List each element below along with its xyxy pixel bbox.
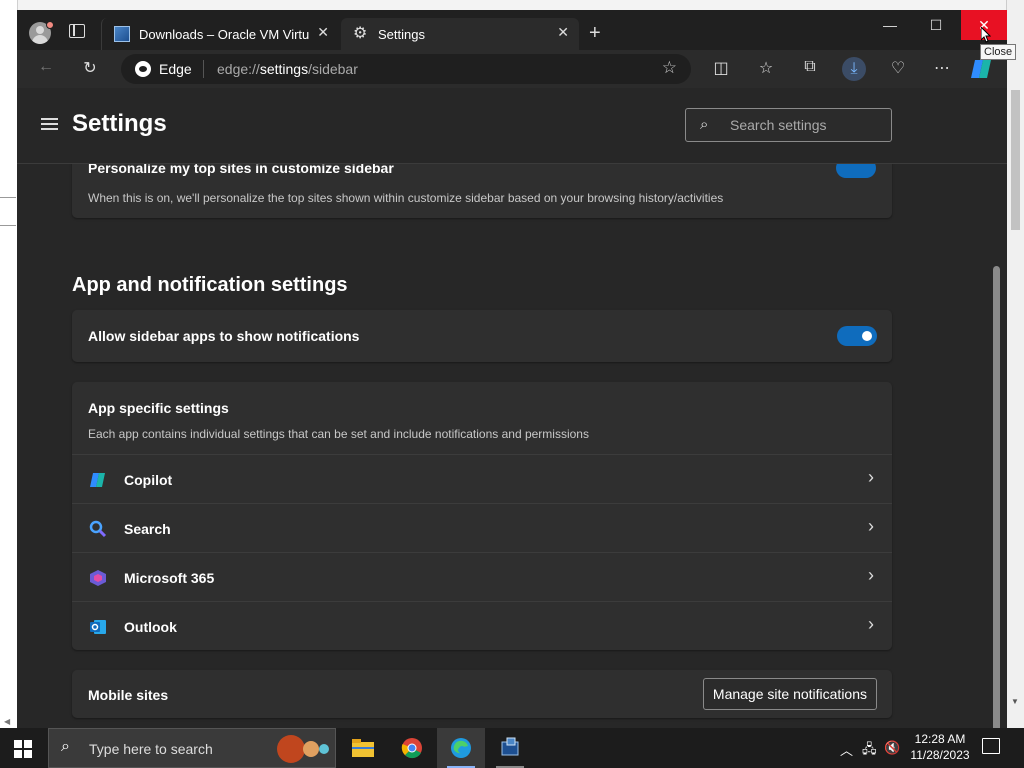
app-label: Outlook <box>124 619 177 635</box>
settings-page: Settings ⌕ Personalize my top sites in c… <box>17 88 1007 728</box>
background-window-scrollbar[interactable]: ▼ <box>1006 0 1024 728</box>
tab-virtualbox-downloads[interactable]: Downloads – Oracle VM VirtualBox ✕ <box>101 18 339 50</box>
edge-window: Downloads – Oracle VM VirtualBox ✕ ⚙ Set… <box>17 10 1007 728</box>
search-highlight-illustration-icon <box>277 735 329 763</box>
setting-label: Mobile sites <box>88 687 169 703</box>
tab-close-icon[interactable]: ✕ <box>317 24 329 41</box>
clock-time: 12:28 AM <box>914 732 966 746</box>
url-text[interactable]: edge://settings/sidebar <box>217 61 358 77</box>
manage-site-notifications-button[interactable]: Manage site notifications <box>702 678 877 710</box>
notifications-toggle[interactable] <box>837 326 877 346</box>
collections-icon[interactable]: ⧉ <box>799 58 821 76</box>
browser-toolbar: ← ↻ Edge edge://settings/sidebar ☆ ◫ ☆ ⧉… <box>17 50 1007 88</box>
chevron-right-icon: › <box>868 565 874 585</box>
settings-search[interactable]: ⌕ <box>685 108 892 142</box>
tab-label: Settings <box>378 27 425 42</box>
scroll-left-arrow-icon[interactable]: ◀ <box>4 717 10 726</box>
profile-notification-dot <box>46 21 54 29</box>
search-icon: ⌕ <box>700 116 709 133</box>
back-arrow-icon[interactable]: ← <box>35 58 57 76</box>
app-row-copilot[interactable]: Copilot › <box>72 454 892 503</box>
app-row-search[interactable]: Search › <box>72 503 892 552</box>
tab-close-icon[interactable]: ✕ <box>557 24 569 41</box>
app-row-microsoft-365[interactable]: Microsoft 365 › <box>72 552 892 601</box>
virtualbox-taskbar-button[interactable] <box>486 728 534 768</box>
new-tab-button[interactable]: + <box>589 22 601 45</box>
setting-description: When this is on, we'll personalize the t… <box>88 191 724 205</box>
system-clock[interactable]: 12:28 AM 11/28/2023 <box>908 731 972 763</box>
downloads-icon[interactable]: ⤓ <box>842 57 866 81</box>
app-row-outlook[interactable]: Outlook › <box>72 601 892 650</box>
setting-label: Allow sidebar apps to show notifications <box>88 328 360 344</box>
chevron-right-icon: › <box>868 516 874 536</box>
section-title: App and notification settings <box>72 274 348 296</box>
outlook-icon <box>90 620 106 634</box>
menu-icon[interactable] <box>41 118 58 130</box>
action-center-icon[interactable] <box>982 738 1000 754</box>
tab-settings[interactable]: ⚙ Settings ✕ <box>341 18 579 50</box>
page-title: Settings <box>72 110 167 137</box>
chevron-right-icon: › <box>868 614 874 634</box>
windows-start-icon[interactable] <box>14 740 32 758</box>
page-scrollbar-thumb[interactable] <box>993 266 1000 728</box>
split-screen-icon[interactable]: ◫ <box>710 58 732 78</box>
mobile-sites-card: Mobile sites Manage site notifications <box>72 670 892 718</box>
chrome-taskbar-button[interactable] <box>388 728 436 768</box>
more-options-icon[interactable]: ⋯ <box>931 58 953 78</box>
edge-logo-icon <box>135 61 151 77</box>
show-hidden-icons-icon[interactable]: ︿ <box>840 740 853 759</box>
app-label: Copilot <box>124 472 173 488</box>
microsoft-365-icon <box>90 570 106 586</box>
network-icon[interactable]: 🖧 <box>862 740 877 762</box>
chrome-icon <box>401 738 422 759</box>
search-icon: ⌕ <box>61 738 70 755</box>
volume-muted-icon[interactable]: 🔇 <box>884 740 900 756</box>
browser-essentials-icon[interactable]: ♡ <box>887 58 909 78</box>
chevron-right-icon: › <box>868 467 874 487</box>
file-explorer-taskbar-button[interactable] <box>339 728 387 768</box>
page-scrollbar[interactable] <box>992 256 1001 728</box>
favorites-icon[interactable]: ☆ <box>755 58 777 78</box>
settings-header: Settings ⌕ <box>17 88 1007 164</box>
app-label: Microsoft 365 <box>124 570 215 586</box>
minimize-button[interactable]: — <box>867 10 913 40</box>
edge-icon <box>451 738 471 758</box>
site-identity-label: Edge <box>159 61 192 77</box>
scroll-down-arrow-icon[interactable]: ▼ <box>1011 697 1019 706</box>
title-bar: Downloads – Oracle VM VirtualBox ✕ ⚙ Set… <box>17 10 1007 50</box>
search-icon <box>89 520 107 538</box>
background-window-left-edge: ◀ <box>0 0 18 728</box>
edge-taskbar-button[interactable] <box>437 728 485 768</box>
background-scrollbar-thumb[interactable] <box>1011 90 1020 230</box>
taskbar-search[interactable]: ⌕ Type here to search <box>48 728 336 768</box>
virtualbox-icon <box>501 737 519 756</box>
tab-label: Downloads – Oracle VM VirtualBox <box>139 27 309 42</box>
maximize-button[interactable]: ☐ <box>913 10 959 40</box>
virtualbox-icon <box>114 26 130 42</box>
close-tooltip: Close <box>980 44 1017 60</box>
copilot-icon <box>90 473 105 487</box>
tab-actions-icon[interactable] <box>69 24 85 38</box>
search-settings-input[interactable] <box>730 115 880 135</box>
app-specific-settings-card: App specific settings Each app contains … <box>72 382 892 650</box>
refresh-icon[interactable]: ↻ <box>79 58 101 78</box>
app-label: Search <box>124 521 171 537</box>
favorite-star-icon[interactable]: ☆ <box>662 58 677 78</box>
taskbar: ⌕ Type here to search ︿ 🖧 🔇 12:28 AM 11/… <box>0 728 1024 768</box>
mouse-cursor-icon <box>981 27 991 43</box>
notifications-card: Allow sidebar apps to show notifications <box>72 310 892 362</box>
folder-icon <box>352 739 374 757</box>
taskbar-search-placeholder: Type here to search <box>89 741 213 757</box>
address-bar[interactable]: Edge edge://settings/sidebar ☆ <box>121 54 691 84</box>
gear-icon: ⚙ <box>353 25 368 42</box>
setting-title: App specific settings <box>88 400 229 416</box>
clock-date: 11/28/2023 <box>910 748 970 762</box>
setting-description: Each app contains individual settings th… <box>88 427 589 441</box>
